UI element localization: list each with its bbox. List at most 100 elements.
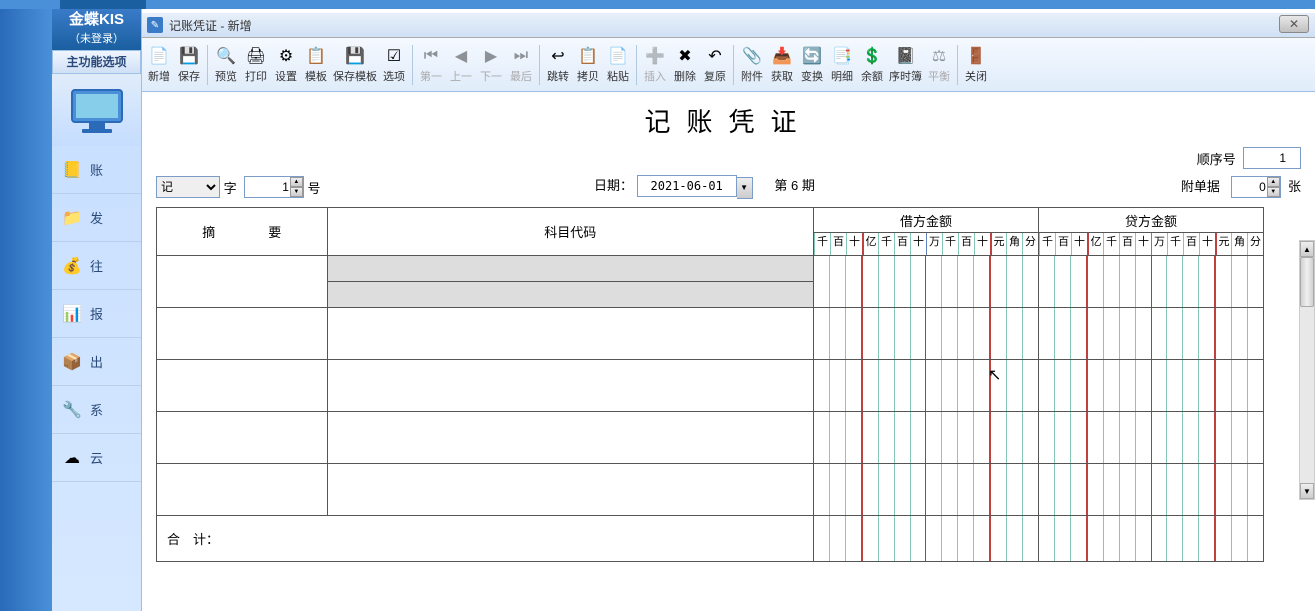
tb-copy-button[interactable]: 📋拷贝: [573, 40, 603, 90]
separator: [733, 45, 734, 85]
debit-cell[interactable]: [813, 464, 1038, 516]
tb-label: 删除: [674, 68, 696, 84]
summary-cell[interactable]: [157, 360, 328, 412]
spin-down-icon[interactable]: ▼: [290, 187, 303, 197]
digit-header: 万: [1151, 233, 1167, 255]
side-icon-4: 📦: [60, 350, 84, 374]
tb-fetch-button[interactable]: 📥获取: [767, 40, 797, 90]
titlebar: ✎ 记账凭证 - 新增 ✕: [142, 13, 1315, 38]
total-debit: [813, 516, 1038, 562]
table-row[interactable]: [157, 412, 1264, 464]
debit-cell[interactable]: [813, 360, 1038, 412]
seq-input[interactable]: [1243, 147, 1301, 169]
scroll-down-icon[interactable]: ▼: [1300, 483, 1314, 499]
credit-cell[interactable]: [1038, 256, 1263, 308]
num-suffix: 号: [308, 178, 321, 197]
sidebar-item-1[interactable]: 📁发: [52, 194, 141, 242]
date-dropdown-icon[interactable]: ▼: [737, 177, 753, 199]
summary-cell[interactable]: [157, 308, 328, 360]
side-icon-3: 📊: [60, 302, 84, 326]
sidebar-item-2[interactable]: 💰往: [52, 242, 141, 290]
debit-cell[interactable]: [813, 256, 1038, 308]
sidebar-item-3[interactable]: 📊报: [52, 290, 141, 338]
tb-paste-button[interactable]: 📄粘贴: [603, 40, 633, 90]
account-cell[interactable]: [327, 412, 813, 464]
tb-savetpl-button[interactable]: 💾保存模板: [331, 40, 379, 90]
tb-save-button[interactable]: 💾保存: [174, 40, 204, 90]
tb-last-button: ⏭最后: [506, 40, 536, 90]
side-icon-5: 🔧: [60, 398, 84, 422]
sidebar-item-0[interactable]: 📒账: [52, 146, 141, 194]
tb-preview-button[interactable]: 🔍预览: [211, 40, 241, 90]
tb-transform-button[interactable]: 🔄变换: [797, 40, 827, 90]
account-cell[interactable]: [327, 282, 813, 308]
tb-close-button[interactable]: 🚪关闭: [961, 40, 991, 90]
credit-cell[interactable]: [1038, 308, 1263, 360]
table-row[interactable]: [157, 256, 1264, 282]
print-icon: 🖨: [246, 46, 266, 66]
side-icon-2: 💰: [60, 254, 84, 278]
tb-restore-button[interactable]: ↶复原: [700, 40, 730, 90]
account-cell[interactable]: [327, 360, 813, 412]
scrollbar[interactable]: ▲ ▼: [1299, 240, 1315, 500]
voucher-type-select[interactable]: 记: [156, 176, 220, 198]
tb-template-button[interactable]: 📋模板: [301, 40, 331, 90]
side-label: 系: [90, 400, 103, 419]
last-icon: ⏭: [511, 46, 531, 66]
digit-header: 百: [1119, 233, 1135, 255]
credit-cell[interactable]: [1038, 412, 1263, 464]
date-input[interactable]: [637, 175, 737, 197]
tb-new-button[interactable]: 📄新增: [144, 40, 174, 90]
sidebar-item-4[interactable]: 📦出: [52, 338, 141, 386]
sidebar-item-6[interactable]: ☁云: [52, 434, 141, 482]
tb-label: 变换: [801, 68, 823, 84]
paste-icon: 📄: [608, 46, 628, 66]
table-row[interactable]: [157, 308, 1264, 360]
tb-balance-button[interactable]: 💲余额: [857, 40, 887, 90]
side-label: 报: [90, 304, 103, 323]
debit-cell[interactable]: [813, 308, 1038, 360]
table-row[interactable]: [157, 360, 1264, 412]
summary-cell[interactable]: [157, 464, 328, 516]
sidebar: 金蝶KIS （未登录） 主功能选项 📒账📁发💰往📊报📦出🔧系☁云: [52, 9, 142, 611]
debit-cell[interactable]: [813, 412, 1038, 464]
tb-label: 保存: [178, 68, 200, 84]
attach-icon: 📎: [742, 46, 762, 66]
account-cell[interactable]: [327, 308, 813, 360]
summary-cell[interactable]: [157, 256, 328, 308]
tb-attach-button[interactable]: 📎附件: [737, 40, 767, 90]
credit-cell[interactable]: [1038, 360, 1263, 412]
tb-options-button[interactable]: ☑选项: [379, 40, 409, 90]
tb-settings-button[interactable]: ⚙设置: [271, 40, 301, 90]
tb-print-button[interactable]: 🖨打印: [241, 40, 271, 90]
spin-down-icon[interactable]: ▼: [1267, 187, 1280, 197]
tb-journal-button[interactable]: 📓序时簿: [887, 40, 924, 90]
num-spinner[interactable]: ▲ ▼: [290, 177, 303, 197]
close-button[interactable]: ✕: [1279, 15, 1309, 33]
account-cell[interactable]: [327, 256, 813, 282]
tb-delete-button[interactable]: ✖删除: [670, 40, 700, 90]
credit-cell[interactable]: [1038, 464, 1263, 516]
main-function-tab[interactable]: 主功能选项: [52, 50, 141, 74]
settings-icon: ⚙: [276, 46, 296, 66]
table-row[interactable]: [157, 464, 1264, 516]
spin-up-icon[interactable]: ▲: [290, 177, 303, 187]
th-account: 科目代码: [327, 208, 813, 256]
tb-goto-button[interactable]: ↩跳转: [543, 40, 573, 90]
digit-header: 百: [1055, 233, 1071, 255]
tb-label: 预览: [215, 68, 237, 84]
spin-up-icon[interactable]: ▲: [1267, 177, 1280, 187]
scroll-thumb[interactable]: [1300, 257, 1314, 307]
tb-detail-button[interactable]: 📑明细: [827, 40, 857, 90]
tb-balance2-button: ⚖平衡: [924, 40, 954, 90]
scroll-up-icon[interactable]: ▲: [1300, 241, 1314, 257]
account-cell[interactable]: [327, 464, 813, 516]
digit-header: 百: [894, 233, 910, 255]
digit-header: 分: [1022, 233, 1038, 255]
attach-spinner[interactable]: ▲ ▼: [1267, 177, 1280, 197]
sidebar-item-5[interactable]: 🔧系: [52, 386, 141, 434]
tb-label: 保存模板: [333, 68, 377, 84]
summary-cell[interactable]: [157, 412, 328, 464]
period-suffix: 期: [802, 178, 815, 193]
new-icon: 📄: [149, 46, 169, 66]
